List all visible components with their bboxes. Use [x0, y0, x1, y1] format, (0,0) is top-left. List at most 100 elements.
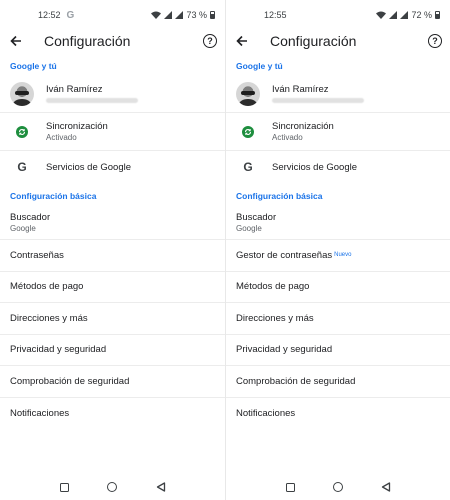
item-label: Direcciones y más [10, 312, 88, 324]
help-icon[interactable]: ? [203, 34, 217, 48]
profile-text: Iván Ramírez [46, 84, 138, 103]
item-label: Privacidad y seguridad [236, 344, 333, 356]
google-g-icon: G [17, 160, 27, 174]
nav-home-icon[interactable] [105, 480, 119, 494]
battery-text: 73 % [186, 10, 207, 20]
phone-right: 12:55 72 % Configuración ? Google y tú I… [225, 0, 450, 500]
settings-item-notifications[interactable]: Notificaciones [226, 398, 450, 430]
sync-row[interactable]: Sincronización Activado [226, 113, 450, 151]
blurred-email [272, 98, 364, 103]
section-header-google: Google y tú [10, 61, 57, 71]
wifi-icon [151, 11, 162, 19]
item-label: Métodos de pago [236, 281, 310, 293]
sync-icon-wrap [236, 120, 260, 144]
search-engine-row[interactable]: Buscador Google [0, 205, 225, 240]
section-header-google: Google y tú [236, 61, 283, 71]
search-engine-value: Google [10, 223, 36, 233]
nav-home-icon[interactable] [331, 480, 345, 494]
settings-item-privacy[interactable]: Privacidad y seguridad [0, 335, 225, 366]
avatar-wrap [10, 81, 34, 106]
avatar [236, 81, 260, 106]
item-label: Métodos de pago [10, 281, 84, 293]
profile-row[interactable]: Iván Ramírez [226, 75, 450, 113]
nav-bar [0, 474, 225, 500]
status-time: 12:52 [38, 10, 61, 20]
sync-icon-wrap [10, 120, 34, 144]
wifi-icon [376, 11, 387, 19]
signal-icon [389, 11, 398, 19]
google-services-row[interactable]: G Servicios de Google [0, 151, 225, 183]
search-engine-title: Buscador [10, 211, 51, 223]
profile-name: Iván Ramírez [46, 84, 103, 95]
search-engine-value: Google [236, 223, 262, 233]
sync-status: Activado [272, 133, 303, 142]
settings-item-safety-check[interactable]: Comprobación de seguridad [0, 366, 225, 398]
battery-text: 72 % [411, 10, 432, 20]
avatar-wrap [236, 81, 260, 106]
phone-left: 12:52 G 73 % Configuración ? Google y tú… [0, 0, 225, 500]
sync-icon [16, 125, 28, 138]
settings-item-privacy[interactable]: Privacidad y seguridad [226, 335, 450, 366]
page-title: Configuración [270, 33, 357, 49]
status-bar: 12:55 72 % [226, 0, 450, 30]
help-icon[interactable]: ? [428, 34, 442, 48]
new-badge: Nuevo [334, 252, 352, 259]
google-notification-icon: G [66, 9, 75, 21]
google-services-label: Servicios de Google [272, 161, 358, 173]
search-engine-text: Buscador Google [10, 212, 50, 233]
profile-name: Iván Ramírez [272, 84, 329, 95]
back-arrow-icon[interactable] [8, 33, 24, 49]
item-label: Notificaciones [10, 407, 70, 419]
settings-item-passwords[interactable]: Contraseñas [0, 240, 225, 272]
google-services-row[interactable]: G Servicios de Google [226, 151, 450, 183]
search-engine-title: Buscador [236, 211, 277, 223]
section-header-basic: Configuración básica [236, 191, 323, 201]
profile-row[interactable]: Iván Ramírez [0, 75, 225, 113]
toolbar: Configuración ? [0, 30, 225, 52]
settings-item-payment[interactable]: Métodos de pago [226, 272, 450, 303]
google-services-label: Servicios de Google [46, 161, 132, 173]
sync-text: Sincronización Activado [46, 121, 108, 142]
google-g-icon-wrap: G [236, 155, 260, 179]
google-g-icon: G [243, 160, 253, 174]
settings-item-notifications[interactable]: Notificaciones [0, 398, 225, 430]
screenshot-comparison: 12:52 G 73 % Configuración ? Google y tú… [0, 0, 450, 500]
nav-back-icon[interactable] [154, 480, 168, 494]
settings-item-addresses[interactable]: Direcciones y más [226, 303, 450, 335]
signal-icon-2 [400, 11, 409, 19]
signal-icon [164, 11, 173, 19]
sync-status: Activado [46, 133, 77, 142]
nav-recents-icon[interactable] [57, 480, 71, 494]
nav-back-icon[interactable] [379, 480, 393, 494]
sync-icon [242, 125, 254, 138]
settings-item-safety-check[interactable]: Comprobación de seguridad [226, 366, 450, 398]
item-label: Comprobación de seguridad [236, 375, 356, 387]
battery-icon [435, 11, 440, 19]
item-label: Privacidad y seguridad [10, 344, 107, 356]
sync-title: Sincronización [272, 121, 334, 132]
sync-text: Sincronización Activado [272, 121, 334, 142]
battery-icon [210, 11, 215, 19]
item-label: Contraseñas [10, 249, 64, 261]
item-label: Direcciones y más [236, 312, 314, 324]
item-label: Notificaciones [236, 407, 296, 419]
page-title: Configuración [44, 33, 131, 49]
settings-item-payment[interactable]: Métodos de pago [0, 272, 225, 303]
item-label: Comprobación de seguridad [10, 375, 130, 387]
avatar [10, 81, 34, 106]
signal-icon-2 [175, 11, 184, 19]
status-right: 73 % [151, 10, 215, 20]
sync-title: Sincronización [46, 121, 108, 132]
status-bar: 12:52 G 73 % [0, 0, 225, 30]
status-right: 72 % [376, 10, 440, 20]
settings-item-addresses[interactable]: Direcciones y más [0, 303, 225, 335]
profile-text: Iván Ramírez [272, 84, 364, 103]
sync-row[interactable]: Sincronización Activado [0, 113, 225, 151]
toolbar: Configuración ? [226, 30, 450, 52]
settings-item-password-manager[interactable]: Gestor de contraseñas Nuevo [226, 240, 450, 272]
back-arrow-icon[interactable] [234, 33, 250, 49]
nav-recents-icon[interactable] [283, 480, 297, 494]
search-engine-row[interactable]: Buscador Google [226, 205, 450, 240]
nav-bar [226, 474, 450, 500]
item-label: Gestor de contraseñas [236, 249, 333, 261]
